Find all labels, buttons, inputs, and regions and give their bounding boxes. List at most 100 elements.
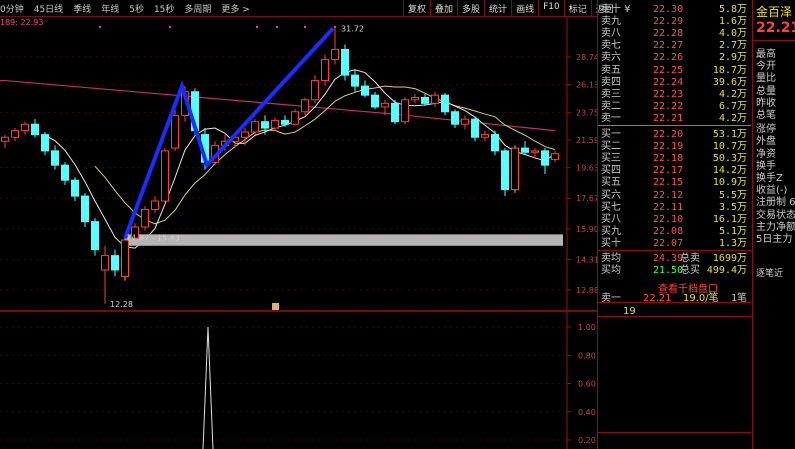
- price-annotation: 14.87 - 15.43: [126, 234, 180, 243]
- tab-more[interactable]: 更多 >: [221, 2, 249, 15]
- candle-body: [31, 123, 39, 136]
- buy-level-row[interactable]: 买七 22.11 3.5万: [598, 201, 751, 214]
- buy-level-row[interactable]: 买二 22.19 10.7万: [598, 140, 751, 153]
- candle: [461, 115, 469, 130]
- level-volume: 2.7万: [718, 40, 747, 52]
- sell-level-row[interactable]: 卖八 22.28 4.0万: [598, 27, 751, 40]
- tick-detail-button[interactable]: 逐笔近: [756, 266, 783, 279]
- level-volume: 53.1万: [712, 129, 747, 140]
- candle-body: [451, 111, 459, 125]
- level-volume: 5.1万: [718, 225, 747, 237]
- marker-icon: [272, 303, 279, 310]
- sell-level-row[interactable]: 卖七 22.27 2.7万: [598, 39, 751, 52]
- buy-level-row[interactable]: 买三 22.18 50.3万: [598, 152, 751, 165]
- candle-body: [81, 195, 89, 223]
- candle: [411, 94, 419, 104]
- candle: [491, 130, 499, 156]
- level-label: 买二: [601, 141, 621, 153]
- kline-chart[interactable]: 28.74 26.13 23.75 21.59 19.63 17.67 15.90 14.31…: [0, 0, 597, 449]
- sell-level-row[interactable]: 卖五 22.25 18.7万: [598, 64, 751, 77]
- candle-body: [331, 48, 339, 60]
- candle-body: [241, 131, 249, 138]
- candle-body: [361, 85, 369, 96]
- level-price: 22.12: [653, 189, 684, 201]
- ma-readout: 189: 22.93: [0, 18, 44, 27]
- sell-level-row[interactable]: 卖六 22.26 2.9万: [598, 51, 751, 64]
- candle-body: [171, 114, 179, 149]
- candle: [371, 91, 379, 110]
- candle-body: [541, 150, 549, 166]
- sell-level-row[interactable]: 卖九 22.29 1.6万: [598, 15, 751, 28]
- total-label: 总买: [680, 265, 700, 276]
- level-price: 22.22: [653, 100, 684, 112]
- candle-body: [301, 99, 309, 113]
- candle-body: [371, 94, 379, 108]
- level-label: 卖二: [601, 100, 621, 112]
- level-volume: 10.7万: [712, 141, 747, 153]
- buy-level-row[interactable]: 买四 22.17 14.2万: [598, 164, 751, 177]
- candle-body: [521, 147, 529, 153]
- candle-body: [21, 123, 29, 132]
- level-volume: 14.2万: [712, 165, 747, 177]
- candle: [81, 192, 89, 228]
- tab-period[interactable]: 0分钟: [0, 2, 24, 15]
- signal-dot: [255, 25, 259, 29]
- buy-level-row[interactable]: 买八 22.10 16.1万: [598, 213, 751, 226]
- candle: [111, 249, 119, 277]
- tab-period[interactable]: 季线: [73, 2, 91, 15]
- candle-body: [511, 147, 519, 191]
- candle: [361, 80, 369, 98]
- candle-body: [271, 119, 279, 129]
- buy-level-row[interactable]: 买九 22.08 5.1万: [598, 225, 751, 238]
- f10-button[interactable]: F10: [538, 0, 564, 17]
- mark-button[interactable]: 标记: [563, 0, 591, 17]
- candle-body: [91, 221, 99, 251]
- sell-level-row[interactable]: 卖一 22.21 4.2万: [598, 112, 751, 125]
- multi-stock-button[interactable]: 多股: [457, 0, 484, 17]
- candle-body: [251, 121, 259, 133]
- indicator-spike: [202, 326, 214, 449]
- draw-button[interactable]: 画线: [511, 0, 538, 17]
- candle-body: [61, 164, 69, 181]
- level-label: 买三: [601, 153, 621, 165]
- overlay-button[interactable]: 叠加: [430, 0, 457, 17]
- level-price: 22.20: [653, 129, 684, 140]
- candle: [321, 54, 329, 87]
- candle-body: [341, 48, 349, 76]
- tab-period[interactable]: 15秒: [154, 2, 174, 15]
- sell-level-row[interactable]: 卖十 ¥ 22.30 5.8万: [598, 3, 751, 16]
- tab-period[interactable]: 45日线: [34, 2, 63, 15]
- signal-dot: [333, 25, 337, 29]
- tab-period[interactable]: 年线: [101, 2, 119, 15]
- candle-body: [431, 94, 439, 104]
- candle-body: [121, 239, 129, 277]
- sell-level-row[interactable]: 卖三 22.23 4.2万: [598, 88, 751, 101]
- candle-body: [411, 96, 419, 101]
- level-price: 22.19: [653, 141, 684, 153]
- level-price: 22.21: [653, 112, 684, 124]
- signal-dot: [168, 25, 172, 29]
- tab-period[interactable]: 5秒: [129, 2, 144, 15]
- candle: [31, 119, 39, 138]
- buy-level-row[interactable]: 买一 22.20 53.1万: [598, 128, 751, 141]
- level-volume: 3.5万: [718, 201, 747, 213]
- sell-level-row[interactable]: 卖二 22.22 6.7万: [598, 100, 751, 113]
- level-price: 22.27: [653, 40, 684, 52]
- adjust-button[interactable]: 复权: [403, 0, 430, 17]
- buy-level-row[interactable]: 买六 22.12 5.5万: [598, 189, 751, 202]
- tab-period[interactable]: 多周期: [184, 2, 211, 15]
- candle: [91, 218, 99, 256]
- buy-level-row[interactable]: 买十 22.07 1.3万: [598, 237, 751, 250]
- buy-level-row[interactable]: 买五 22.15 10.9万: [598, 176, 751, 189]
- info-label: 5日主力: [756, 234, 793, 245]
- stats-button[interactable]: 统计: [484, 0, 511, 17]
- candle: [401, 97, 409, 125]
- candle-body: [11, 130, 19, 138]
- candle-body: [481, 134, 489, 138]
- price-tick-label: 12.88: [576, 286, 597, 295]
- sell-level-row[interactable]: 卖四 22.24 39.6万: [598, 76, 751, 89]
- level-price: 22.17: [653, 165, 684, 177]
- candle-body: [291, 111, 299, 125]
- level-volume: 1.6万: [718, 16, 747, 28]
- candle: [251, 119, 259, 135]
